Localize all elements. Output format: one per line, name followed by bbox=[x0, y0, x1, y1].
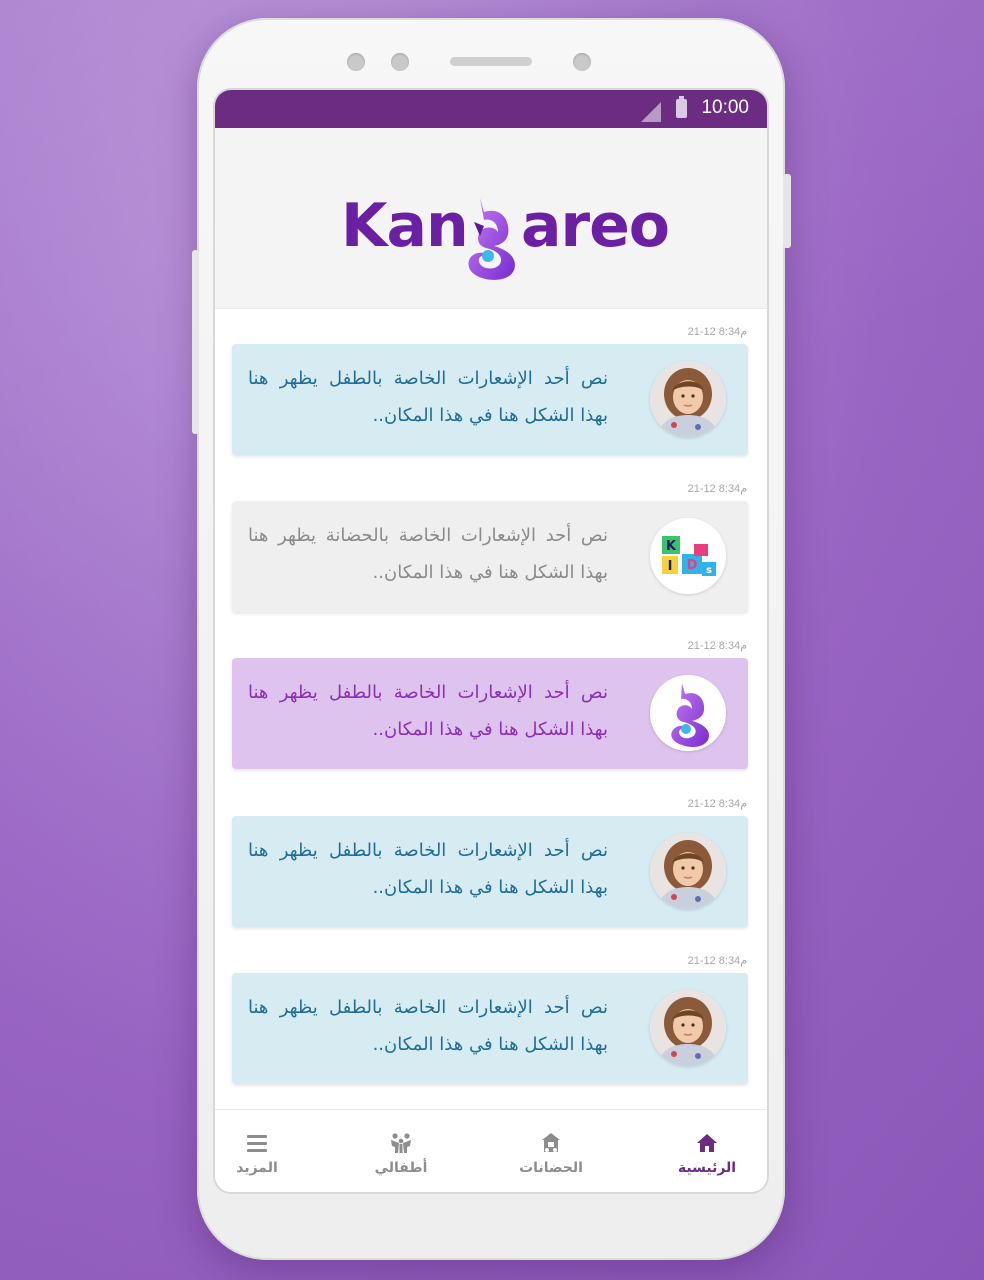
nursery-avatar: K I D s bbox=[650, 518, 726, 594]
nav-home[interactable]: الرئيسية bbox=[647, 1110, 767, 1192]
front-camera bbox=[347, 53, 365, 71]
kangaroo-logo-icon bbox=[650, 675, 726, 751]
status-bar: 10:00 bbox=[215, 90, 767, 128]
app-logo: Kan areo bbox=[341, 191, 670, 282]
app-screen: 10:00 Kan areo 21-12 8:34م نص أحد الإشعا… bbox=[215, 90, 767, 1192]
notification-time: 21-12 8:34م bbox=[687, 798, 747, 810]
bottom-navigation: الرئيسية الحضانات أطفالي المزيد bbox=[215, 1109, 767, 1192]
nav-nurseries[interactable]: الحضانات bbox=[491, 1110, 611, 1192]
earpiece-speaker bbox=[450, 57, 532, 66]
notification-card[interactable]: نص أحد الإشعارات الخاصة بالطفل يظهر هنا … bbox=[232, 973, 748, 1084]
notification-time: 21-12 8:34م bbox=[687, 326, 747, 338]
notification-time: 21-12 8:34م bbox=[687, 483, 747, 495]
front-sensor bbox=[391, 53, 409, 71]
svg-text:K: K bbox=[666, 539, 677, 554]
kids-logo-icon: K I D s bbox=[650, 518, 726, 594]
app-header: Kan areo bbox=[215, 128, 767, 309]
child-avatar bbox=[650, 990, 726, 1066]
logo-text-right: areo bbox=[521, 191, 670, 261]
nav-more-label: المزيد bbox=[236, 1160, 278, 1176]
nav-children-label: أطفالي bbox=[374, 1160, 428, 1176]
phone-frame: 10:00 Kan areo 21-12 8:34م نص أحد الإشعا… bbox=[192, 18, 791, 1260]
children-icon bbox=[391, 1133, 411, 1153]
battery-icon bbox=[676, 96, 687, 118]
menu-icon bbox=[247, 1135, 267, 1152]
notification-text: نص أحد الإشعارات الخاصة بالطفل يظهر هنا … bbox=[248, 840, 608, 898]
nav-children[interactable]: أطفالي bbox=[341, 1110, 461, 1192]
svg-text:D: D bbox=[687, 558, 698, 573]
child-photo-icon bbox=[650, 833, 726, 909]
home-icon bbox=[697, 1134, 717, 1152]
child-avatar bbox=[650, 833, 726, 909]
status-time: 10:00 bbox=[701, 97, 749, 118]
child-avatar bbox=[650, 361, 726, 437]
child-photo-icon bbox=[650, 361, 726, 437]
phone-side-button-right bbox=[783, 174, 791, 248]
svg-text:I: I bbox=[668, 559, 673, 574]
notification-text: نص أحد الإشعارات الخاصة بالطفل يظهر هنا … bbox=[248, 368, 608, 426]
nav-nurseries-label: الحضانات bbox=[519, 1160, 583, 1176]
notification-card[interactable]: نص أحد الإشعارات الخاصة بالطفل يظهر هنا … bbox=[232, 658, 748, 769]
nursery-icon bbox=[542, 1133, 560, 1152]
signal-icon bbox=[641, 102, 661, 122]
notification-time: 21-12 8:34م bbox=[687, 955, 747, 967]
phone-side-button-left bbox=[192, 250, 199, 434]
notification-text: نص أحد الإشعارات الخاصة بالحضانة يظهر هن… bbox=[248, 525, 608, 583]
notification-text: نص أحد الإشعارات الخاصة بالطفل يظهر هنا … bbox=[248, 997, 608, 1055]
child-photo-icon bbox=[650, 990, 726, 1066]
logo-text-left: Kan bbox=[341, 191, 469, 261]
nav-more[interactable]: المزيد bbox=[215, 1110, 317, 1192]
kangaroo-logo-icon bbox=[468, 198, 515, 280]
notification-text: نص أحد الإشعارات الخاصة بالطفل يظهر هنا … bbox=[248, 682, 608, 740]
app-avatar bbox=[650, 675, 726, 751]
svg-text:s: s bbox=[706, 565, 712, 576]
notification-card[interactable]: نص أحد الإشعارات الخاصة بالطفل يظهر هنا … bbox=[232, 816, 748, 927]
notification-card[interactable]: نص أحد الإشعارات الخاصة بالحضانة يظهر هن… bbox=[232, 501, 748, 612]
notification-time: 21-12 8:34م bbox=[687, 640, 747, 652]
front-sensor-right bbox=[573, 53, 591, 71]
notification-card[interactable]: نص أحد الإشعارات الخاصة بالطفل يظهر هنا … bbox=[232, 344, 748, 455]
nav-home-label: الرئيسية bbox=[677, 1160, 737, 1176]
